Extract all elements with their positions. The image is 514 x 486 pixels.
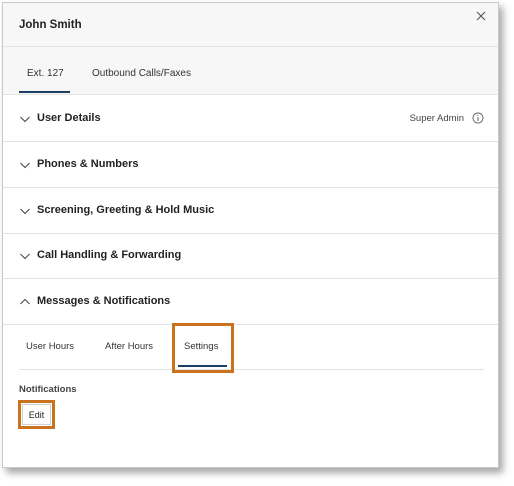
section-call-handling-forwarding[interactable]: Call Handling & Forwarding [3, 233, 498, 279]
info-icon[interactable] [472, 112, 484, 124]
chevron-up-icon [20, 298, 30, 305]
dialog-title: John Smith [19, 19, 82, 31]
section-label: Phones & Numbers [37, 158, 139, 170]
notifications-heading: Notifications [19, 384, 77, 395]
tab-outbound-calls-faxes[interactable]: Outbound Calls/Faxes [92, 68, 191, 79]
section-screening-greeting-hold-music[interactable]: Screening, Greeting & Hold Music [3, 188, 498, 234]
edit-notifications-button[interactable]: Edit [18, 400, 55, 429]
section-label: Call Handling & Forwarding [37, 249, 182, 261]
section-label: User Details [37, 112, 101, 124]
dialog-header: John Smith [3, 3, 498, 47]
section-user-details[interactable]: User Details Super Admin [3, 96, 498, 142]
edit-button-label: Edit [22, 404, 51, 425]
settings-tab-highlight [172, 323, 234, 373]
close-icon [476, 11, 486, 21]
tab-user-hours[interactable]: User Hours [26, 341, 74, 352]
chevron-down-icon [20, 162, 30, 169]
messages-sub-tab-bar: User Hours After Hours Settings [19, 323, 484, 370]
tab-after-hours[interactable]: After Hours [105, 341, 153, 352]
section-phones-numbers[interactable]: Phones & Numbers [3, 142, 498, 188]
active-tab-indicator [19, 91, 70, 93]
role-badge: Super Admin [409, 113, 464, 124]
top-tab-bar: Ext. 127 Outbound Calls/Faxes [3, 47, 498, 95]
section-messages-notifications[interactable]: Messages & Notifications [3, 279, 498, 325]
user-settings-dialog: John Smith Ext. 127 Outbound Calls/Faxes… [2, 2, 499, 468]
chevron-down-icon [20, 208, 30, 215]
section-label: Messages & Notifications [37, 295, 171, 307]
close-button[interactable] [472, 7, 490, 25]
tab-ext-127[interactable]: Ext. 127 [27, 68, 64, 79]
section-label: Screening, Greeting & Hold Music [37, 204, 215, 216]
chevron-down-icon [20, 253, 30, 260]
chevron-down-icon [20, 116, 30, 123]
